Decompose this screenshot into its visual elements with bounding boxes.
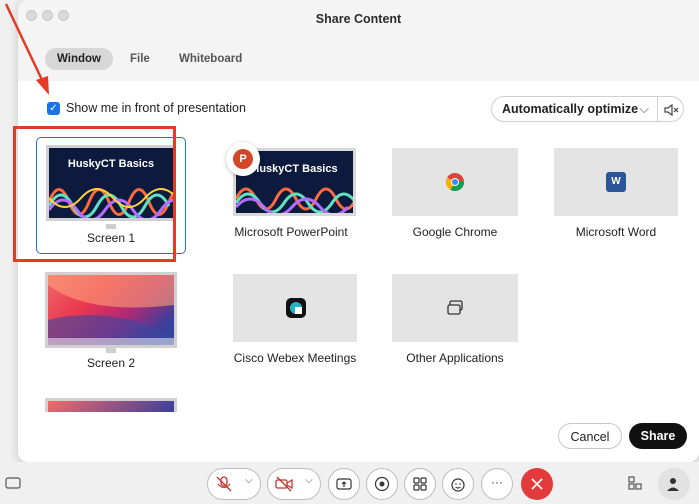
screen-2-thumbnail [45,272,177,348]
video-off-icon [275,476,293,492]
windows-stack-icon [447,300,463,315]
chrome-thumbnail [392,148,518,216]
participants-icon [667,478,679,491]
share-button-toolbar[interactable] [328,468,360,500]
tile-other-applications[interactable]: Other Applications [392,274,518,374]
record-icon [374,476,390,492]
webex-thumbnail [233,274,357,342]
powerpoint-icon: P [226,142,260,176]
annotation-arrow [4,3,49,95]
mute-button[interactable]: ⌵ [207,468,261,500]
reactions-button[interactable] [442,468,474,500]
chevron-down-icon: ⌵ [639,102,649,116]
meeting-toolbar: ⌵ ⌵ ··· [0,462,699,504]
show-me-checkbox[interactable]: ✓ [47,102,60,115]
apps-icon [413,477,427,491]
share-button[interactable]: Share [629,423,687,449]
video-button[interactable]: ⌵ [267,468,321,500]
participants-button[interactable] [658,468,690,500]
other-apps-thumbnail [392,274,518,342]
screen: Share Content Window File Whiteboard ✓ S… [0,0,699,504]
tile-label: Screen 2 [86,356,136,370]
screen-3-thumbnail-partial[interactable] [45,398,177,412]
tile-cisco-webex-meetings[interactable]: Cisco Webex Meetings [230,274,360,374]
dialog-title: Share Content [315,12,402,26]
optimize-value: Automatically optimize [502,102,639,116]
tile-microsoft-word[interactable]: W Microsoft Word [554,148,678,248]
layout-icon[interactable] [626,474,644,492]
wave-graphic [236,187,353,213]
tile-label: Microsoft PowerPoint [234,225,348,239]
reactions-icon [451,478,465,492]
share-audio-button[interactable] [658,96,684,122]
annotation-highlight-box [13,126,176,262]
title-bar: Share Content [18,0,699,36]
tab-bar: Window File Whiteboard [18,36,699,81]
monitor-stand [106,348,116,353]
show-me-label: Show me in front of presentation [66,101,246,115]
word-thumbnail: W [554,148,678,216]
tab-whiteboard[interactable]: Whiteboard [167,48,254,70]
end-call-button[interactable] [521,468,553,500]
tile-microsoft-powerpoint[interactable]: HuskyCT Basics P Microsoft PowerPoint [226,142,356,242]
apps-button[interactable] [404,468,436,500]
chrome-icon [446,173,464,192]
webex-icon [286,298,306,318]
tile-google-chrome[interactable]: Google Chrome [392,148,518,248]
more-button[interactable]: ··· [481,468,513,500]
tile-label: Other Applications [406,351,504,365]
speaker-mute-icon [664,103,679,117]
wallpaper-graphic [48,275,174,345]
cancel-button[interactable]: Cancel [558,423,622,449]
tile-label: Google Chrome [412,225,498,239]
end-call-icon [531,478,543,490]
word-icon: W [606,172,626,192]
tile-label: Microsoft Word [575,225,657,239]
tile-label: Cisco Webex Meetings [233,351,357,365]
record-button[interactable] [366,468,398,500]
tab-file[interactable]: File [118,48,162,70]
share-icon [336,478,352,490]
optimize-dropdown[interactable]: Automatically optimize ⌵ [491,96,658,122]
mute-icon [216,476,232,492]
chevron-down-icon[interactable]: ⌵ [245,475,253,486]
more-icon: ··· [491,475,503,489]
caption-icon[interactable] [4,474,22,492]
tile-screen-2[interactable]: Screen 2 [45,272,177,372]
chevron-down-icon[interactable]: ⌵ [305,475,313,486]
